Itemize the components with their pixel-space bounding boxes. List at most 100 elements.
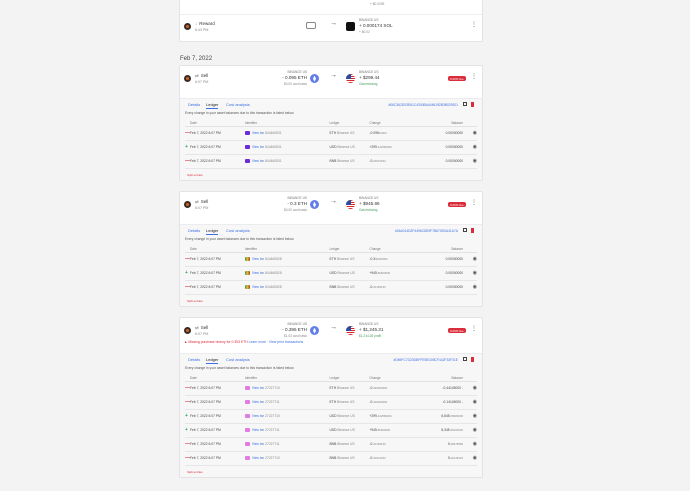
tx-type: Sell: [200, 325, 209, 330]
ledger-panel: Every change in your asset balances due …: [180, 235, 482, 306]
eye-icon[interactable]: ◉: [473, 385, 477, 391]
row-date: Feb 7, 2022 6:07 PM: [190, 266, 245, 281]
view-txn-link[interactable]: View txn: [252, 271, 264, 275]
view-txn-link[interactable]: View txn: [252, 257, 264, 261]
reward-icon: [306, 22, 316, 29]
row-change: +945.: [369, 271, 378, 275]
swap-icon: ⇄: [195, 73, 199, 78]
eye-icon[interactable]: ◉: [473, 413, 477, 419]
row-change-decimals: 86660000: [377, 271, 391, 275]
table-row: — Feb 7, 2022 6:07 PM View txn 844460528…: [185, 280, 477, 295]
transaction-summary[interactable]: ⇄ Sell 6:07 PM BINANCE US - 0.395 ETH $1.…: [180, 318, 482, 353]
tx-type: Sell: [200, 199, 209, 204]
tab-details[interactable]: Details: [188, 357, 200, 362]
kebab-menu-icon[interactable]: ⋮: [471, 22, 477, 28]
row-ledger: Binance US: [337, 442, 355, 446]
eye-icon[interactable]: ◉: [473, 284, 477, 290]
usd-flag-icon: [346, 200, 355, 209]
row-ledger: Binance US: [337, 271, 355, 275]
row-ledger: Binance US: [337, 145, 355, 149]
tx-type: Sell: [200, 73, 209, 78]
view-txn-link[interactable]: View txn: [252, 131, 264, 135]
transaction-summary[interactable]: ⇄ Sell 6:07 PM BINANCE US - 0.095 ETH $0.…: [180, 66, 482, 98]
row-balance: 0.00000000: [431, 252, 463, 267]
row-balance: 0.00000000: [431, 126, 464, 141]
kebab-menu-icon[interactable]: ⋮: [471, 200, 477, 206]
row-change-decimals: 00001532: [373, 456, 386, 460]
trash-icon[interactable]: [470, 357, 474, 362]
tab-cost-analysis[interactable]: Cost analysis: [226, 228, 250, 233]
eye-icon[interactable]: ◉: [473, 256, 477, 262]
token-icon: [244, 428, 250, 433]
row-asset: ETH: [329, 386, 337, 390]
row-balance-extra: -: [461, 400, 464, 404]
row-balance: 0.00000000: [431, 266, 463, 281]
eye-icon[interactable]: ◉: [473, 441, 477, 447]
view-txn-link[interactable]: View txn: [252, 442, 264, 446]
tab-ledger[interactable]: Ledger: [206, 228, 219, 235]
view-txn-link[interactable]: View txn: [252, 145, 264, 149]
row-change-decimals: 00000: [378, 131, 387, 135]
edit-icon[interactable]: [463, 102, 467, 106]
view-txn-link[interactable]: View txn: [252, 159, 264, 163]
ledger-intro: Every change in your asset balances due …: [185, 237, 295, 241]
wallet-avatar: [184, 327, 191, 334]
warning-text: Missing purchase history for 0.393 ETH: [188, 340, 248, 344]
row-change-decimals: 442580000: [377, 145, 392, 149]
eye-icon[interactable]: ◉: [473, 270, 477, 276]
tx-time: 6:07 PM: [195, 332, 209, 336]
split-entries-link[interactable]: Split entries: [185, 295, 477, 306]
tx-hash-link[interactable]: #06C362D03E61C4300BA4446192B3B029301: [389, 103, 458, 107]
row-change: +945.: [369, 428, 378, 432]
table-row: + Feb 7, 2022 6:07 PM View txn 27227711 …: [185, 423, 477, 438]
arrow-right-icon: →: [330, 20, 337, 27]
kebab-menu-icon[interactable]: ⋮: [471, 326, 477, 332]
kebab-menu-icon[interactable]: ⋮: [471, 74, 477, 80]
view-txn-link[interactable]: View txn: [252, 428, 264, 432]
view-txn-link[interactable]: View txn: [252, 456, 264, 460]
eye-icon[interactable]: ◉: [473, 455, 477, 461]
learn-more-link[interactable]: Learn more: [249, 340, 266, 344]
eye-icon[interactable]: ◉: [473, 399, 477, 405]
row-change-decimals: 095000000: [373, 386, 388, 390]
tab-cost-analysis[interactable]: Cost analysis: [226, 357, 250, 362]
row-id: 844460528: [265, 256, 282, 261]
token-icon: [244, 257, 250, 262]
eye-icon[interactable]: ◉: [473, 130, 477, 136]
split-entries-link[interactable]: Split entries: [185, 169, 477, 180]
tab-ledger[interactable]: Ledger: [206, 102, 219, 109]
view-prior-transactions-link[interactable]: View prior transactions: [269, 340, 303, 344]
tab-details[interactable]: Details: [188, 228, 200, 233]
view-txn-link[interactable]: View txn: [252, 386, 264, 390]
from-exchange: BINANCE US: [287, 196, 307, 200]
to-amount: + $945.86: [359, 201, 380, 206]
from-exchange: BINANCE US: [287, 322, 307, 326]
row-change-decimals: 00183155: [373, 285, 386, 289]
warning-icon: ▲: [184, 340, 188, 344]
tab-cost-analysis[interactable]: Cost analysis: [226, 102, 250, 107]
row-date: Feb 7, 2022 6:07 PM: [190, 252, 245, 267]
row-id: 844460528: [265, 270, 282, 275]
transaction-summary[interactable]: ⇄ Sell 6:07 PM BINANCE US - 0.3 ETH $0.00…: [180, 192, 482, 224]
view-txn-link[interactable]: View txn: [252, 414, 264, 418]
tx-hash-link[interactable]: #D69FC7D23DBFFE5ED05CF442F33F31E: [393, 358, 458, 362]
trash-icon[interactable]: [470, 102, 474, 107]
ledger-intro: Every change in your asset balances due …: [185, 366, 295, 370]
view-txn-link[interactable]: View txn: [252, 285, 264, 289]
trash-icon[interactable]: [470, 228, 474, 233]
tab-ledger[interactable]: Ledger: [206, 357, 219, 364]
eye-icon[interactable]: ◉: [473, 158, 477, 164]
sol-coin-icon: [346, 22, 355, 31]
tx-hash-link[interactable]: #3A4014D2F4496C8D9F7B670D0A41A7A: [395, 229, 458, 233]
edit-icon[interactable]: [463, 357, 467, 361]
row-asset: USD: [329, 414, 337, 418]
reward-row[interactable]: ↓ Reward 6:43 PM → BINANCE US + 0.000174 …: [180, 14, 482, 46]
eye-icon[interactable]: ◉: [473, 427, 477, 433]
split-entries-link[interactable]: Split entries: [185, 466, 477, 477]
edit-icon[interactable]: [463, 228, 467, 232]
view-txn-link[interactable]: View txn: [252, 400, 264, 404]
row-id: 27227711: [265, 427, 280, 432]
token-icon: [244, 131, 250, 136]
tab-details[interactable]: Details: [188, 102, 200, 107]
eye-icon[interactable]: ◉: [473, 144, 477, 150]
